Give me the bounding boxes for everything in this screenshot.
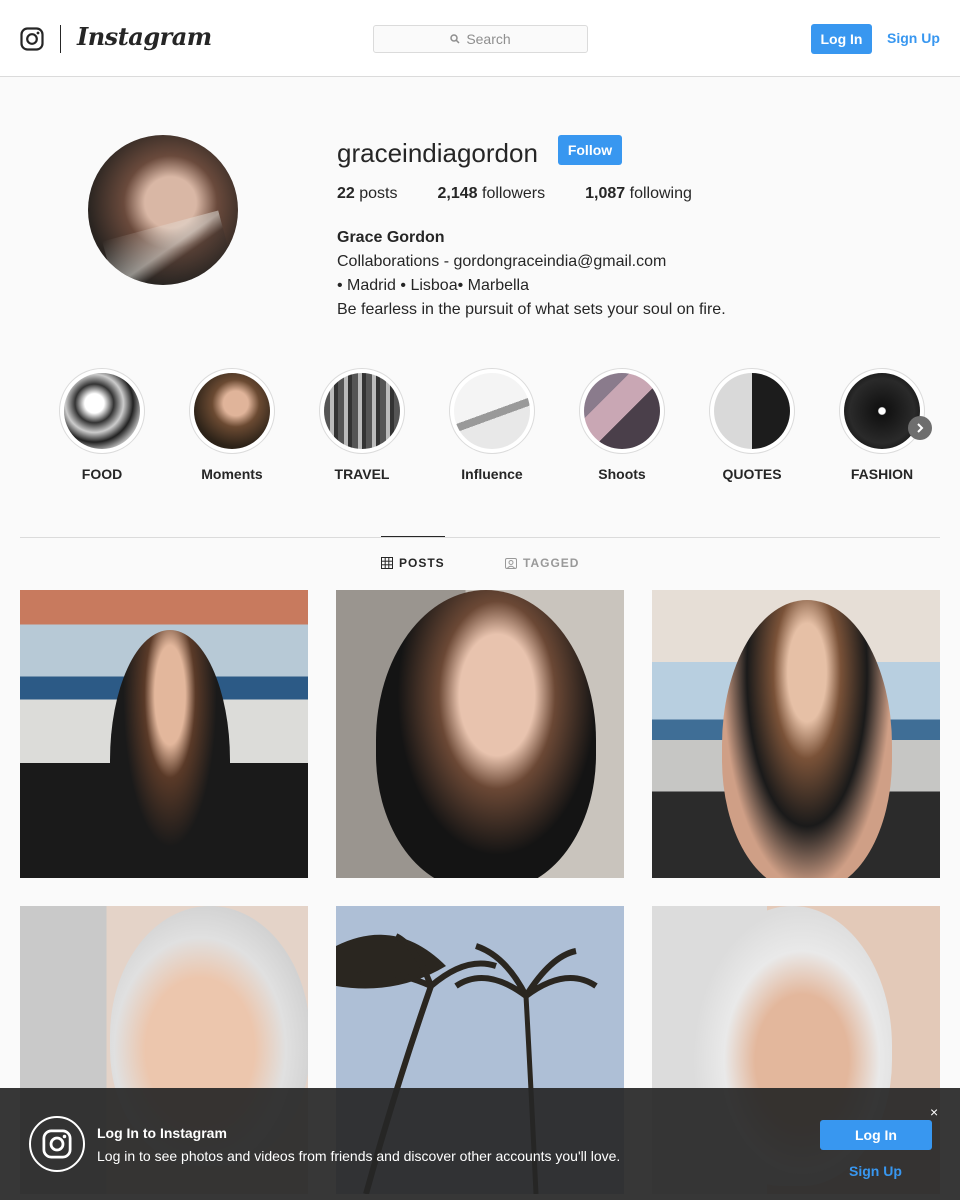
highlight-label: TRAVEL	[334, 466, 390, 482]
following-stat[interactable]: 1,087 following	[585, 185, 692, 203]
highlight-label: FOOD	[81, 466, 123, 482]
banner-login-button[interactable]: Log In	[820, 1120, 932, 1150]
highlight-cover	[584, 373, 660, 449]
top-nav-bar: Instagram Search Log In Sign Up	[0, 0, 960, 77]
highlight-cover	[714, 373, 790, 449]
logo-divider	[60, 25, 61, 53]
search-placeholder: Search	[466, 31, 511, 47]
highlight-influence[interactable]: Influence	[430, 368, 554, 482]
profile-username: graceindiagordon	[337, 138, 538, 168]
highlight-label: Influence	[461, 466, 523, 482]
highlight-travel[interactable]: TRAVEL	[300, 368, 424, 482]
search-icon	[450, 34, 460, 44]
login-button[interactable]: Log In	[811, 24, 872, 54]
profile-avatar	[88, 135, 238, 285]
highlight-ring	[189, 368, 275, 454]
highlight-cover	[64, 373, 140, 449]
tab-tagged-label: TAGGED	[523, 556, 580, 570]
post-subject	[376, 590, 596, 878]
banner-text: Log in to see photos and videos from fri…	[97, 1148, 621, 1164]
banner-title: Log In to Instagram	[97, 1125, 227, 1141]
banner-logo	[29, 1116, 85, 1172]
highlight-ring	[319, 368, 405, 454]
login-banner: Log In to Instagram Log in to see photos…	[0, 1088, 960, 1200]
tab-posts[interactable]: POSTS	[381, 556, 445, 570]
highlight-cover	[454, 373, 530, 449]
post-subject	[110, 630, 230, 878]
highlight-quotes[interactable]: QUOTES	[690, 368, 814, 482]
posts-stat: 22 posts	[337, 185, 398, 203]
story-highlights: FOOD Moments TRAVEL Influence Shoots QUO…	[40, 368, 940, 488]
highlight-ring	[449, 368, 535, 454]
tabs-divider	[20, 537, 940, 538]
highlight-label: FASHION	[850, 466, 914, 482]
posts-stat-label: posts	[359, 185, 398, 202]
highlight-label: Moments	[201, 466, 263, 482]
signup-link[interactable]: Sign Up	[887, 30, 940, 46]
highlight-moments[interactable]: Moments	[170, 368, 294, 482]
tab-tagged[interactable]: TAGGED	[505, 556, 579, 570]
followers-stat-label: followers	[482, 185, 546, 202]
highlight-cover	[324, 373, 400, 449]
highlights-next-button[interactable]	[908, 416, 932, 440]
highlight-label: QUOTES	[722, 466, 782, 482]
highlight-food[interactable]: FOOD	[40, 368, 164, 482]
highlight-ring	[59, 368, 145, 454]
tagged-user-icon	[505, 558, 517, 569]
active-tab-indicator	[381, 536, 445, 537]
profile-stats: 22 posts 2,148 followers 1,087 following	[337, 185, 732, 203]
instagram-wordmark[interactable]: Instagram	[77, 22, 212, 51]
search-input[interactable]: Search	[373, 25, 588, 53]
followers-count: 2,148	[437, 185, 478, 202]
post-thumbnail[interactable]	[20, 590, 308, 878]
follow-button[interactable]: Follow	[558, 135, 622, 165]
followers-stat[interactable]: 2,148 followers	[438, 185, 546, 203]
profile-full-name: Grace Gordon	[337, 229, 445, 246]
profile-bio: Grace Gordon Collaborations - gordongrac…	[337, 226, 726, 322]
following-count: 1,087	[585, 185, 626, 202]
highlight-shoots[interactable]: Shoots	[560, 368, 684, 482]
bio-line: • Madrid • Lisboa• Marbella	[337, 277, 529, 294]
highlight-ring	[709, 368, 795, 454]
instagram-glyph-icon	[42, 1129, 72, 1159]
instagram-glyph-icon[interactable]	[20, 27, 44, 51]
chevron-right-icon	[917, 423, 924, 433]
highlight-cover	[194, 373, 270, 449]
bio-line: Collaborations - gordongraceindia@gmail.…	[337, 253, 667, 270]
following-stat-label: following	[629, 185, 692, 202]
post-thumbnail[interactable]	[652, 590, 940, 878]
grid-icon	[381, 557, 393, 569]
bio-line: Be fearless in the pursuit of what sets …	[337, 301, 726, 318]
post-thumbnail[interactable]	[336, 590, 624, 878]
banner-signup-link[interactable]: Sign Up	[849, 1163, 902, 1179]
highlight-cover	[844, 373, 920, 449]
close-icon[interactable]: ×	[930, 1104, 938, 1120]
post-subject	[722, 600, 892, 878]
highlight-ring	[839, 368, 925, 454]
tab-posts-label: POSTS	[399, 556, 445, 570]
highlight-label: Shoots	[598, 466, 646, 482]
highlight-ring	[579, 368, 665, 454]
posts-count: 22	[337, 185, 355, 202]
